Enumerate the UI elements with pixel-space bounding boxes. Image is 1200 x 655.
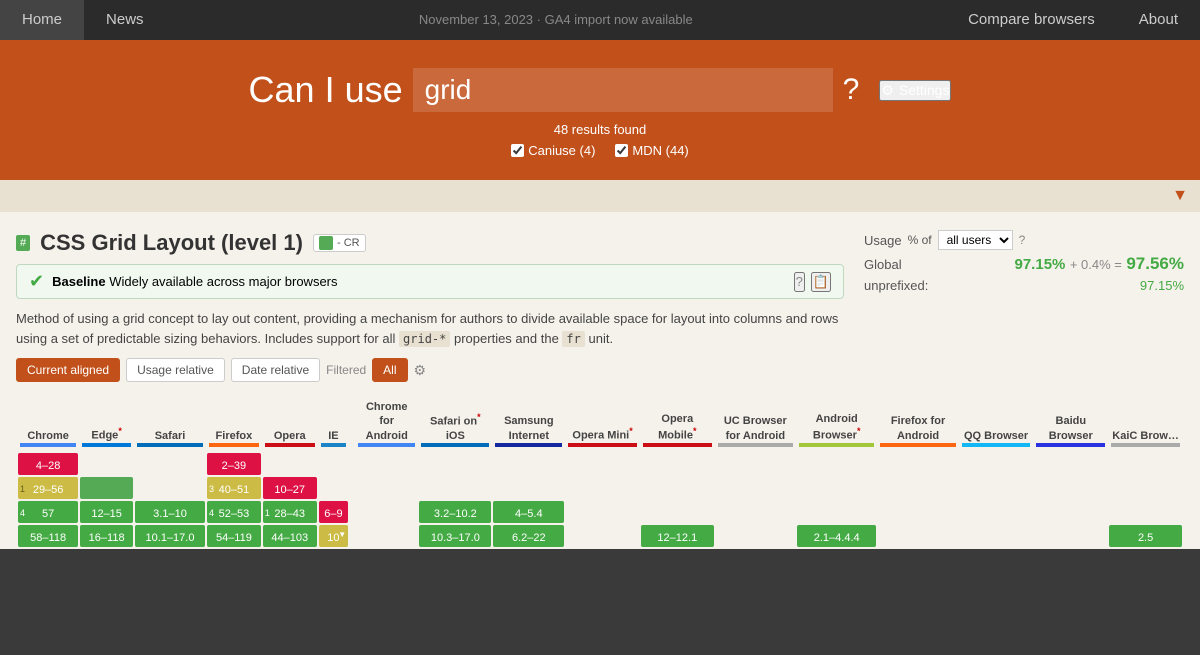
cr-label: - CR xyxy=(337,237,360,249)
th-baidu: Baidu Browser xyxy=(1034,396,1107,451)
th-chrome: Chrome xyxy=(18,396,78,451)
unprefixed-pct: 97.15% xyxy=(1140,278,1184,293)
table-row: 4–28 2–39 xyxy=(18,453,1182,475)
filter-bar: ▼ xyxy=(0,180,1200,212)
usage-title: Usage xyxy=(864,233,902,248)
results-count: 48 results found xyxy=(20,122,1180,137)
gear-icon: ⚙ xyxy=(881,82,894,99)
baseline-info-btn[interactable]: 📋 xyxy=(811,272,831,292)
filter-icon[interactable]: ▼ xyxy=(1172,187,1188,205)
filter-row: Caniuse (4) MDN (44) xyxy=(20,143,1180,158)
view-buttons: Current aligned Usage relative Date rela… xyxy=(16,358,844,382)
code-grid: grid-* xyxy=(399,331,450,347)
table-row: 129–56 340–51 10–27 xyxy=(18,477,1182,499)
hero-prefix: Can I use xyxy=(249,69,403,111)
feature-header: # CSS Grid Layout (level 1) - CR ✔ Basel… xyxy=(16,230,1184,394)
th-opera: Opera xyxy=(263,396,317,451)
global-plus: + 0.4% = xyxy=(1070,257,1122,272)
nav-compare[interactable]: Compare browsers xyxy=(946,0,1117,40)
btn-current-aligned[interactable]: Current aligned xyxy=(16,358,120,382)
settings-gear-icon[interactable]: ⚙ xyxy=(414,362,427,379)
bookmark-icon[interactable]: # xyxy=(16,235,30,251)
btn-usage-relative[interactable]: Usage relative xyxy=(126,358,225,382)
th-samsung: SamsungInternet xyxy=(493,396,564,451)
th-android: Android Browser* xyxy=(797,396,876,451)
table-row: 457 12–15 3.1–10 452–53 128–43 6–9 3.2–1… xyxy=(18,501,1182,523)
usage-users-select[interactable]: all users xyxy=(938,230,1013,250)
btn-date-relative[interactable]: Date relative xyxy=(231,358,320,382)
btn-all[interactable]: All xyxy=(372,358,407,382)
th-opera-mobile: Opera Mobile* xyxy=(641,396,714,451)
baseline-row: ✔ Baseline Widely available across major… xyxy=(16,264,844,299)
usage-global-row: Global 97.15% + 0.4% = 97.56% xyxy=(864,254,1184,274)
question-mark: ? xyxy=(843,73,860,107)
feature-title-row: # CSS Grid Layout (level 1) - CR xyxy=(16,230,844,256)
cr-badge: - CR xyxy=(313,234,366,252)
global-pct: 97.15% xyxy=(1015,256,1066,273)
usage-header: Usage % of all users ? xyxy=(864,230,1184,250)
nav-news[interactable]: News xyxy=(84,0,166,40)
nav-about[interactable]: About xyxy=(1117,0,1200,40)
nav-home[interactable]: Home xyxy=(0,0,84,40)
main-content: # CSS Grid Layout (level 1) - CR ✔ Basel… xyxy=(0,212,1200,549)
th-chrome-android: ChromeforAndroid xyxy=(356,396,417,451)
navigation: Home News November 13, 2023 · GA4 import… xyxy=(0,0,1200,40)
th-opera-mini: Opera Mini* xyxy=(566,396,639,451)
feature-left: # CSS Grid Layout (level 1) - CR ✔ Basel… xyxy=(16,230,844,394)
th-ie: IE xyxy=(319,396,349,451)
table-row: 58–118 16–118 10.1–17.0 54–119 44–103 ▼1… xyxy=(18,525,1182,547)
settings-button[interactable]: ⚙ Settings xyxy=(879,80,951,101)
compat-table: Chrome Edge* Safari Firefox xyxy=(16,394,1184,549)
feature-description: Method of using a grid concept to lay ou… xyxy=(16,309,844,348)
compat-table-wrapper: Chrome Edge* Safari Firefox xyxy=(16,394,1184,549)
feature-title: CSS Grid Layout (level 1) xyxy=(40,230,303,256)
filter-mdn[interactable]: MDN (44) xyxy=(615,143,688,158)
nav-announcement: November 13, 2023 · GA4 import now avail… xyxy=(166,0,947,40)
code-fr: fr xyxy=(562,331,584,347)
th-firefox-android: Firefox for Android xyxy=(878,396,957,451)
unprefixed-row: unprefixed: 97.15% xyxy=(864,278,1184,293)
usage-of: % of xyxy=(908,233,932,247)
usage-panel: Usage % of all users ? Global 97.15% + 0… xyxy=(864,230,1184,297)
baseline-icons: ? 📋 xyxy=(794,272,831,292)
filter-caniuse[interactable]: Caniuse (4) xyxy=(511,143,595,158)
table-header-row: Chrome Edge* Safari Firefox xyxy=(18,396,1182,451)
usage-help-icon[interactable]: ? xyxy=(1019,233,1026,247)
th-safari-ios: Safari on*iOS xyxy=(419,396,491,451)
th-uc: UC Browser for Android xyxy=(716,396,795,451)
baseline-help-btn[interactable]: ? xyxy=(794,272,805,292)
baseline-text: Baseline Widely available across major b… xyxy=(52,274,337,289)
th-edge: Edge* xyxy=(80,396,133,451)
hero-section: Can I use ? ⚙ Settings 48 results found … xyxy=(0,40,1200,180)
unprefixed-label: unprefixed: xyxy=(864,278,928,293)
baseline-check-icon: ✔ xyxy=(29,271,44,292)
global-label: Global xyxy=(864,257,902,272)
th-qq: QQ Browser xyxy=(960,396,1033,451)
global-total: 97.56% xyxy=(1126,254,1184,273)
filtered-label: Filtered xyxy=(326,363,366,377)
th-safari: Safari xyxy=(135,396,205,451)
usage-values: 97.15% + 0.4% = 97.56% xyxy=(1015,254,1185,274)
th-kaic: KaiC Brow… xyxy=(1109,396,1182,451)
cr-icon xyxy=(319,236,333,250)
th-firefox: Firefox xyxy=(207,396,261,451)
search-input[interactable] xyxy=(413,68,833,112)
